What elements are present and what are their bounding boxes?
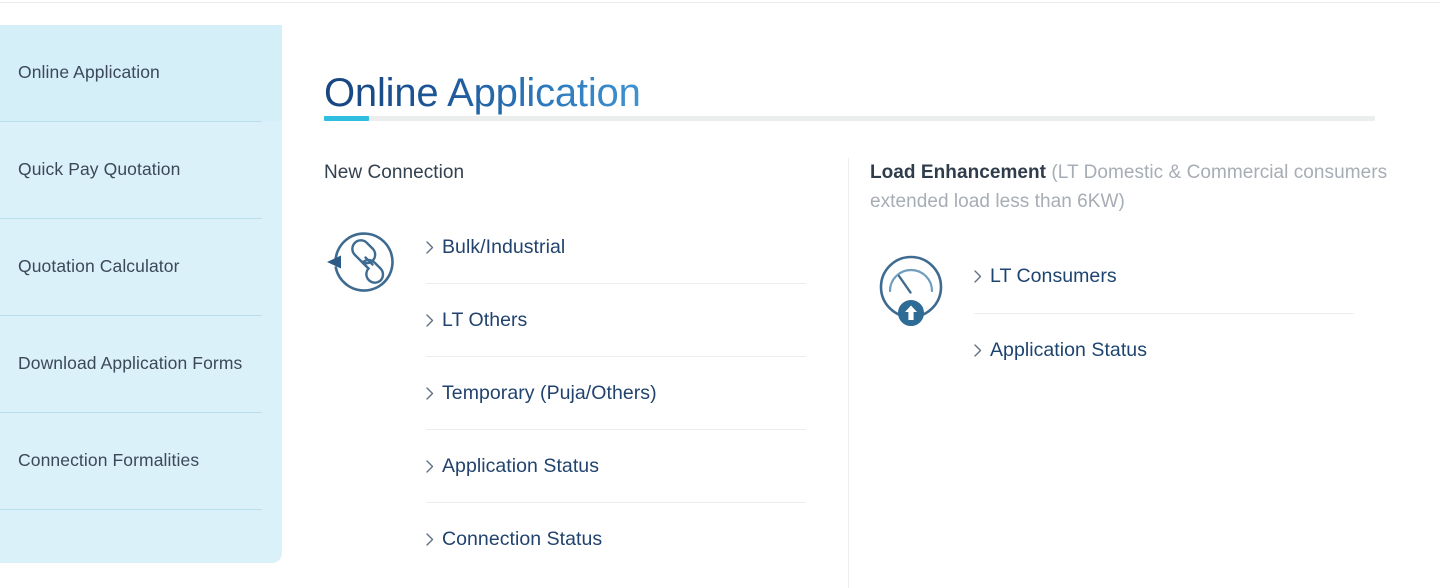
title-accent-bar [324, 116, 369, 121]
link-application-status[interactable]: Application Status [426, 430, 806, 504]
link-lt-consumers[interactable]: LT Consumers [974, 241, 1354, 314]
load-enhancement-gauge-icon [870, 249, 952, 331]
online-application-page: Online Application Quick Pay Quotation Q… [0, 0, 1440, 588]
chevron-right-icon [974, 270, 990, 284]
page-title: Online Application [324, 70, 641, 115]
sidebar-item-quotation-calculator[interactable]: Quotation Calculator [0, 219, 282, 315]
link-lt-others[interactable]: LT Others [426, 284, 806, 358]
chevron-right-icon [974, 344, 990, 357]
chevron-right-icon [426, 533, 442, 547]
new-connection-link-list: Bulk/Industrial LT Others Temporary (Puj… [426, 211, 806, 576]
chevron-right-icon [426, 387, 442, 400]
sidebar-item-label: Quick Pay Quotation [18, 159, 181, 180]
chevron-right-icon [426, 460, 442, 473]
sidebar-item-download-application-forms[interactable]: Download Application Forms [0, 316, 282, 412]
link-label: LT Others [442, 308, 528, 331]
sidebar-item-label: Download Application Forms [18, 353, 243, 374]
title-underline-rule [324, 116, 1375, 121]
link-label: LT Consumers [990, 265, 1117, 288]
new-connection-icon [323, 221, 405, 303]
link-label: Temporary (Puja/Others) [442, 381, 657, 404]
sidebar-item-label: Connection Formalities [18, 450, 200, 471]
link-temporary-puja-others[interactable]: Temporary (Puja/Others) [426, 357, 806, 431]
new-connection-heading: New Connection [324, 162, 465, 183]
sidebar-divider [0, 509, 262, 510]
sidebar-nav: Online Application Quick Pay Quotation Q… [0, 25, 282, 563]
sidebar-item-online-application[interactable]: Online Application [0, 25, 282, 121]
load-enhancement-heading: Load Enhancement (LT Domestic & Commerci… [870, 158, 1430, 217]
sidebar-item-connection-formalities[interactable]: Connection Formalities [0, 413, 282, 509]
link-label: Application Status [990, 338, 1147, 361]
link-label: Application Status [442, 454, 599, 477]
load-enhancement-heading-strong: Load Enhancement [870, 162, 1047, 183]
sidebar-item-label: Online Application [18, 62, 160, 83]
column-divider [848, 158, 849, 588]
new-connection-body: Bulk/Industrial LT Others Temporary (Puj… [324, 211, 814, 576]
sidebar-item-label: Quotation Calculator [18, 256, 180, 277]
load-enhancement-section: Load Enhancement (LT Domestic & Commerci… [870, 158, 1430, 387]
link-bulk-industrial[interactable]: Bulk/Industrial [426, 211, 806, 285]
link-load-enhancement-application-status[interactable]: Application Status [974, 314, 1354, 387]
sidebar-item-quick-pay-quotation[interactable]: Quick Pay Quotation [0, 122, 282, 218]
main-content: Online Application New Connection Bulk/I… [324, 0, 1440, 588]
chevron-right-icon [426, 314, 442, 327]
new-connection-section: New Connection Bulk/Industrial LT Others… [324, 158, 814, 576]
link-label: Connection Status [442, 528, 603, 551]
chevron-right-icon [426, 241, 442, 254]
load-enhancement-body: LT Consumers Application Status [870, 241, 1430, 387]
load-enhancement-link-list: LT Consumers Application Status [974, 241, 1354, 387]
link-connection-status[interactable]: Connection Status [426, 503, 806, 576]
link-label: Bulk/Industrial [442, 235, 566, 258]
